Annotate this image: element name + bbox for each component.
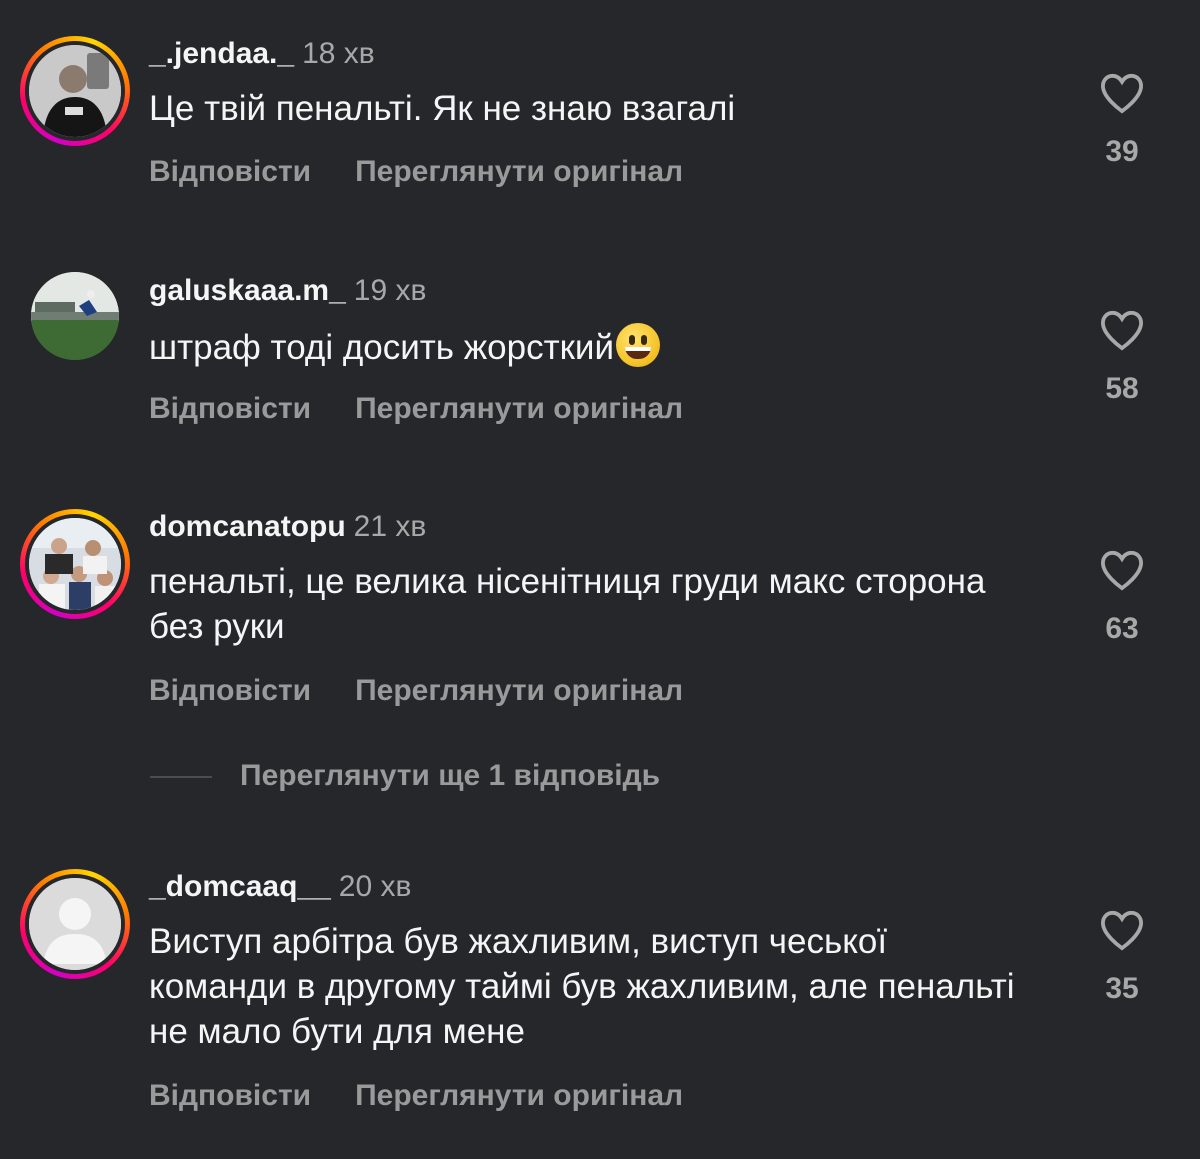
comment-time: 19 хв [353, 274, 427, 307]
like-count: 63 [1105, 612, 1139, 645]
story-ring [20, 509, 130, 619]
reply-button[interactable]: Відповісти [149, 392, 311, 425]
comment-actions: Відповісти Переглянути оригінал [149, 673, 683, 709]
view-original-button[interactable]: Переглянути оригінал [355, 155, 683, 188]
reply-divider [150, 776, 212, 779]
comment-username[interactable]: domcanatopu [149, 510, 346, 543]
story-ring [20, 36, 130, 146]
view-original-button[interactable]: Переглянути оригінал [355, 674, 683, 707]
comment-actions: Відповісти Переглянути оригінал [149, 1078, 683, 1114]
view-more-replies[interactable]: Переглянути ще 1 відповідь [150, 758, 660, 794]
comment-text-container: штраф тоді досить жорсткий [149, 323, 1049, 370]
comment-text: штраф тоді досить жорсткий [149, 328, 615, 367]
like-count: 58 [1105, 372, 1139, 405]
like-count: 35 [1105, 972, 1139, 1005]
comment-username[interactable]: _domcaaq__ [149, 870, 331, 903]
comment-text: пенальті, це велика нісенітниця груди ма… [149, 562, 986, 646]
reply-button[interactable]: Відповісти [149, 674, 311, 707]
story-ring [20, 869, 130, 979]
comment-actions: Відповісти Переглянути оригінал [149, 391, 683, 427]
like-container: 63 [1094, 549, 1150, 647]
avatar[interactable] [20, 869, 130, 979]
reply-button[interactable]: Відповісти [149, 1079, 311, 1112]
smiley-emoji-icon [616, 323, 661, 367]
heart-outline-icon[interactable] [1094, 72, 1150, 114]
comment-text: Це твій пенальті. Як не знаю взагалі [149, 89, 736, 128]
like-container: 58 [1094, 309, 1150, 407]
avatar[interactable] [20, 261, 130, 371]
avatar[interactable] [20, 36, 130, 146]
heart-outline-icon[interactable] [1094, 549, 1150, 591]
comment-time: 18 хв [302, 37, 375, 70]
heart-outline-icon[interactable] [1094, 309, 1150, 351]
comment-text: Виступ арбітра був жахливим, виступ чесь… [149, 922, 1015, 1051]
reply-button[interactable]: Відповісти [149, 155, 311, 188]
comment-actions: Відповісти Переглянути оригінал [149, 154, 683, 190]
avatar[interactable] [20, 509, 130, 619]
comment-time: 21 хв [353, 510, 427, 543]
like-container: 39 [1094, 72, 1150, 170]
comment-username[interactable]: _.jendaa._ [149, 37, 294, 70]
comment-time: 20 хв [338, 870, 412, 903]
comment-username[interactable]: galuskaaa.m_ [149, 274, 346, 307]
heart-outline-icon[interactable] [1094, 909, 1150, 951]
like-count: 39 [1105, 135, 1139, 168]
like-container: 35 [1094, 909, 1150, 1007]
view-original-button[interactable]: Переглянути оригінал [355, 392, 683, 425]
view-more-replies-label[interactable]: Переглянути ще 1 відповідь [240, 759, 660, 792]
view-original-button[interactable]: Переглянути оригінал [355, 1079, 683, 1112]
